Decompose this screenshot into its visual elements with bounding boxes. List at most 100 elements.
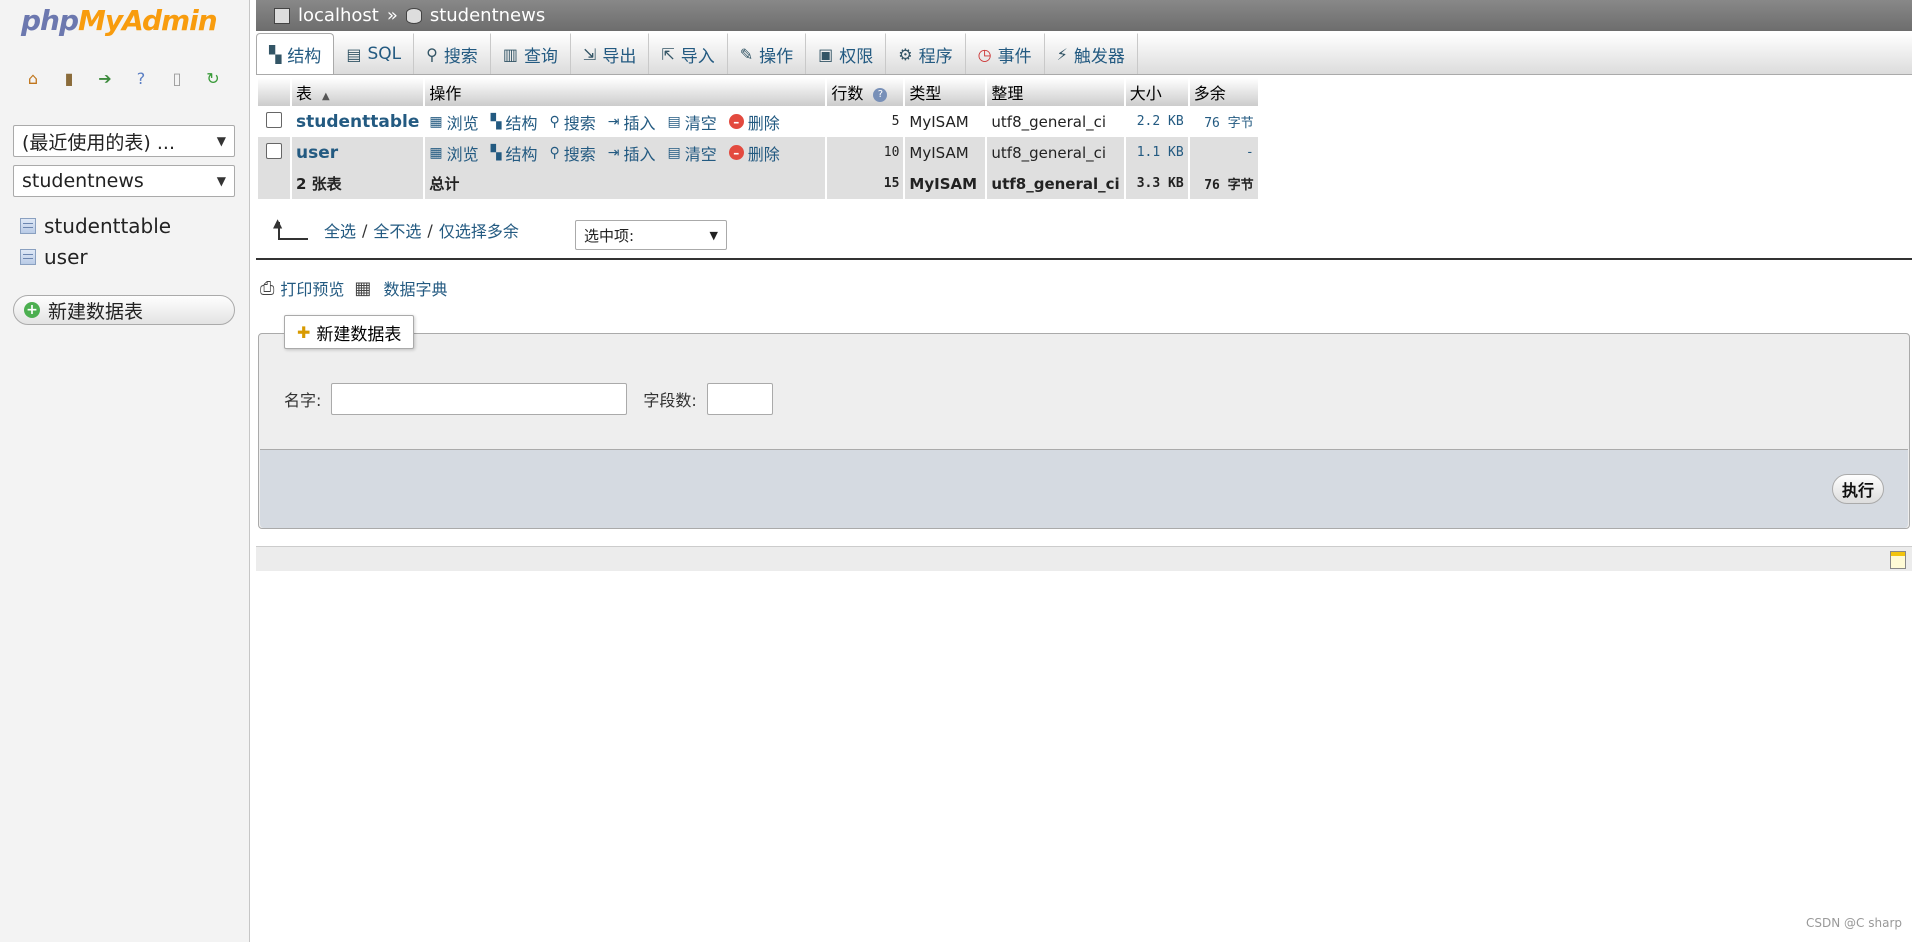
browse-action[interactable]: ▦ 浏览 <box>429 110 478 134</box>
empty-action[interactable]: ▤ 清空 <box>667 141 716 165</box>
home-icon[interactable]: ⌂ <box>22 67 44 89</box>
server-icon <box>274 7 290 24</box>
field-count-input[interactable] <box>706 383 773 415</box>
database-icon <box>405 7 422 24</box>
nav-icon-bar: ⌂ ▮ ➔ ? ▯ ↻ <box>22 67 224 89</box>
tab-operations[interactable]: ✎ 操作 <box>728 33 807 74</box>
create-table-form-row: 名字: 字段数: <box>284 383 773 415</box>
reload-icon[interactable]: ↻ <box>202 67 224 89</box>
search-icon: ⚲ <box>549 113 560 130</box>
tab-query[interactable]: ▥ 查询 <box>491 33 571 74</box>
row-size[interactable]: 2.2 KB <box>1125 106 1188 137</box>
footer-empty-cell <box>258 168 290 199</box>
header-table[interactable]: 表 ▲ <box>292 78 424 106</box>
footer-label: 总计 <box>425 168 826 199</box>
phpmyadmin-logo[interactable]: phpMyAdmin <box>21 4 218 37</box>
row-checkbox[interactable] <box>266 111 282 128</box>
new-table-button[interactable]: + 新建数据表 <box>13 295 235 325</box>
search-action[interactable]: ⚲ 搜索 <box>549 141 595 165</box>
drop-action[interactable]: – 删除 <box>728 110 780 134</box>
drop-action[interactable]: – 删除 <box>728 141 780 165</box>
tab-export[interactable]: ⇲ 导出 <box>571 33 650 74</box>
search-icon: ⚲ <box>426 44 438 64</box>
empty-icon: ▤ <box>667 144 681 161</box>
footer-collation: utf8_general_ci <box>987 168 1124 199</box>
chevron-down-icon: ▼ <box>216 174 226 188</box>
routines-icon: ⚙ <box>898 44 913 64</box>
navigation-panel: phpMyAdmin ⌂ ▮ ➔ ? ▯ ↻ (最近使用的表) ... ▼ st… <box>0 0 250 942</box>
structure-icon: ▚ <box>490 113 502 130</box>
nav-table-item[interactable]: user <box>20 245 88 269</box>
table-icon <box>20 249 36 265</box>
insert-action[interactable]: ⇥ 插入 <box>608 110 656 134</box>
field-count-label: 字段数: <box>643 391 697 410</box>
empty-action[interactable]: ▤ 清空 <box>667 110 716 134</box>
recent-tables-select[interactable]: (最近使用的表) ... ▼ <box>13 125 235 157</box>
empty-icon: ▤ <box>667 113 681 130</box>
nav-table-item[interactable]: studenttable <box>20 214 171 238</box>
breadcrumb-server[interactable]: localhost <box>298 5 379 26</box>
table-icon <box>20 218 36 234</box>
row-count: 10 <box>827 137 904 168</box>
data-dictionary-icon: ▦ <box>354 277 372 299</box>
help-icon[interactable]: ? <box>873 87 888 102</box>
row-checkbox[interactable] <box>266 142 282 159</box>
row-actions: ▦ 浏览 ▚ 结构 ⚲ 搜索 ⇥ 插入 ▤ 清空 – 删除 <box>425 106 826 137</box>
breadcrumb-database[interactable]: studentnews <box>430 5 545 26</box>
table-name-input[interactable] <box>331 383 628 415</box>
structure-action[interactable]: ▚ 结构 <box>491 141 538 165</box>
with-selected-select[interactable]: 选中项: ▼ <box>575 220 727 250</box>
uncheck-all-link[interactable]: 全不选 <box>373 218 421 242</box>
query-icon: ▥ <box>502 44 518 64</box>
header-action: 操作 <box>425 78 826 106</box>
tab-sql[interactable]: ▤ SQL <box>334 33 415 74</box>
print-icon: ⎙ <box>260 277 275 299</box>
docs-icon[interactable]: ▯ <box>166 67 188 89</box>
watermark: CSDN @C sharp <box>1806 916 1902 930</box>
tab-events[interactable]: ◷ 事件 <box>966 33 1045 74</box>
tab-import[interactable]: ⇱ 导入 <box>649 33 728 74</box>
data-dictionary-link[interactable]: 数据字典 <box>383 276 447 300</box>
header-overhead[interactable]: 多余 <box>1189 78 1258 106</box>
row-checkbox-cell <box>258 106 290 137</box>
tab-routines[interactable]: ⚙ 程序 <box>886 33 966 74</box>
search-action[interactable]: ⚲ 搜索 <box>549 110 595 134</box>
go-button[interactable]: 执行 <box>1832 474 1884 504</box>
print-links: ⎙ 打印预览 ▦ 数据字典 <box>260 276 447 300</box>
tab-privileges[interactable]: ▣ 权限 <box>806 33 887 74</box>
browse-action[interactable]: ▦ 浏览 <box>429 141 478 165</box>
tab-triggers[interactable]: ⚡ 触发器 <box>1045 33 1138 74</box>
exit-icon[interactable]: ▮ <box>58 67 80 89</box>
events-icon: ◷ <box>977 44 992 64</box>
row-overhead[interactable]: 76 字节 <box>1189 106 1258 137</box>
row-size[interactable]: 1.1 KB <box>1125 137 1188 168</box>
table-name-link[interactable]: studenttable <box>292 106 424 137</box>
console-icon[interactable] <box>1890 551 1906 569</box>
header-type[interactable]: 类型 <box>905 78 986 106</box>
header-collation[interactable]: 整理 <box>987 78 1124 106</box>
row-type: MyISAM <box>905 106 986 137</box>
tab-structure[interactable]: ▚ 结构 <box>256 33 335 74</box>
table-footer-row: 2 张表 总计 15 MyISAM utf8_general_ci 3.3 KB… <box>258 168 1258 199</box>
chevron-down-icon: ▼ <box>709 228 718 242</box>
query-window-icon[interactable]: ➔ <box>94 67 116 89</box>
new-table-icon: ✚ <box>297 322 311 342</box>
help-icon[interactable]: ? <box>130 67 152 89</box>
search-icon: ⚲ <box>549 144 560 161</box>
database-select[interactable]: studentnews ▼ <box>13 165 235 197</box>
structure-action[interactable]: ▚ 结构 <box>491 110 538 134</box>
tab-search[interactable]: ⚲ 搜索 <box>414 33 491 74</box>
wrench-icon: ✎ <box>739 44 754 64</box>
print-view-link[interactable]: 打印预览 <box>280 276 344 300</box>
table-name-link[interactable]: user <box>292 137 424 168</box>
structure-icon: ▚ <box>490 144 502 161</box>
fieldset-footer <box>260 449 1908 528</box>
header-size[interactable]: 大小 <box>1125 78 1188 106</box>
tables-list: 表 ▲ 操作 行数? 类型 整理 大小 多余 studenttable ▦ 浏览 ▚… <box>256 78 1260 199</box>
check-all-link[interactable]: 全选 <box>324 218 356 242</box>
check-overhead-link[interactable]: 仅选择多余 <box>439 218 519 242</box>
import-icon: ⇱ <box>661 44 675 64</box>
insert-action[interactable]: ⇥ 插入 <box>608 141 656 165</box>
header-rows[interactable]: 行数? <box>827 78 904 106</box>
row-collation: utf8_general_ci <box>987 106 1124 137</box>
